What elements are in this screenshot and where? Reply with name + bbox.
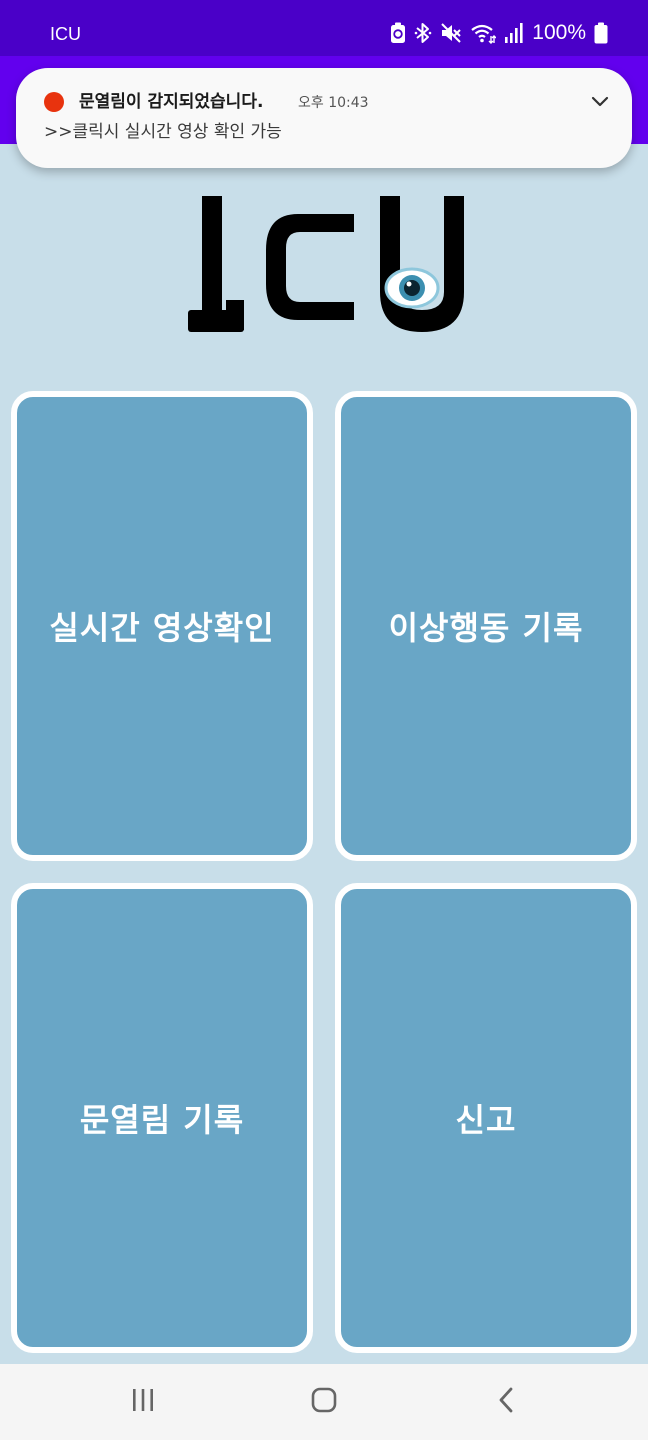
bluetooth-icon — [414, 22, 432, 44]
mute-icon — [440, 22, 462, 44]
door-open-log-label: 문열림 기록 — [79, 1101, 245, 1139]
signal-icon — [504, 22, 524, 44]
battery-saver-icon — [390, 22, 406, 44]
abnormal-behavior-log-button[interactable]: 이상행동 기록 — [335, 391, 637, 861]
icu-logo — [186, 192, 466, 334]
status-app-title: ICU — [50, 24, 81, 44]
report-button[interactable]: 신고 — [335, 883, 637, 1353]
back-icon — [496, 1386, 516, 1418]
abnormal-behavior-log-label: 이상행동 기록 — [388, 609, 584, 647]
battery-icon — [594, 22, 608, 44]
report-label: 신고 — [455, 1101, 517, 1139]
home-button[interactable] — [279, 1364, 369, 1440]
door-open-log-button[interactable]: 문열림 기록 — [11, 883, 313, 1353]
wifi-icon — [470, 22, 497, 44]
status-bar: ICU 100% — [0, 0, 648, 56]
back-button[interactable] — [461, 1364, 551, 1440]
notification-time: 오후 10:43 — [298, 95, 369, 111]
battery-percent: 100% — [532, 21, 586, 44]
chevron-down-icon[interactable] — [590, 94, 610, 108]
door-open-notification[interactable]: 문열림이 감지되었습니다. 오후 10:43 >>클릭시 실시간 영상 확인 가… — [16, 68, 632, 168]
navigation-bar — [0, 1364, 648, 1440]
live-video-button[interactable]: 실시간 영상확인 — [11, 391, 313, 861]
live-video-label: 실시간 영상확인 — [49, 609, 275, 647]
notification-body: >>클릭시 실시간 영상 확인 가능 — [44, 122, 282, 142]
recents-button[interactable] — [98, 1364, 188, 1440]
recents-icon — [130, 1387, 156, 1417]
status-icons: 100% — [390, 20, 608, 46]
home-icon — [310, 1386, 338, 1418]
notification-status-icon — [44, 92, 64, 112]
notification-title: 문열림이 감지되었습니다. — [79, 92, 264, 112]
